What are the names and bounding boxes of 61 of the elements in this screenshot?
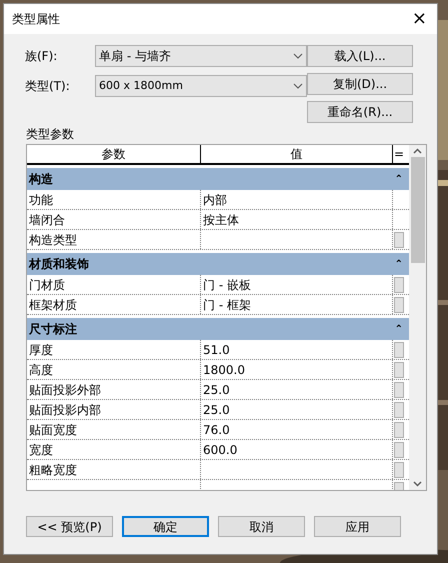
- parameter-value: 内部: [203, 193, 227, 207]
- dialog-button[interactable]: 复制(D)...: [307, 73, 413, 95]
- parameter-name: 构造类型: [29, 233, 77, 247]
- dialog-button[interactable]: 载入(L)...: [307, 45, 413, 67]
- parameter-name: 粗略宽度: [29, 463, 77, 477]
- column-header[interactable]: =: [393, 145, 405, 163]
- section-label: 类型参数: [26, 127, 74, 141]
- associate-parameter-button[interactable]: [394, 342, 404, 358]
- parameter-value: 25.0: [203, 403, 230, 417]
- parameter-value: 门 - 框架: [203, 298, 251, 312]
- collapse-icon[interactable]: ⌃: [394, 256, 403, 272]
- dialog-button[interactable]: 应用: [314, 516, 401, 537]
- dropdown[interactable]: 600 x 1800mm: [95, 75, 307, 97]
- associate-parameter-button[interactable]: [394, 442, 404, 458]
- parameter-name: 贴面宽度: [29, 423, 77, 437]
- field-label: 族(F):: [25, 48, 58, 65]
- parameter-name: 宽度: [29, 443, 53, 457]
- dialog-button[interactable]: << 预览(P): [26, 516, 113, 537]
- parameter-value: 门 - 嵌板: [203, 278, 251, 292]
- associate-parameter-button[interactable]: [394, 382, 404, 398]
- scrollbar[interactable]: [409, 145, 426, 490]
- column-header[interactable]: 值: [201, 145, 393, 163]
- dialog-button[interactable]: 取消: [218, 516, 305, 537]
- dropdown[interactable]: 单扇 - 与墙齐: [95, 45, 307, 67]
- associate-parameter-button[interactable]: [394, 462, 404, 478]
- field-label: 类型(T):: [25, 78, 71, 95]
- parameter-value: 1800.0: [203, 363, 245, 377]
- window-title: 类型属性: [12, 11, 60, 28]
- associate-parameter-button[interactable]: [394, 362, 404, 378]
- parameter-value: 600.0: [203, 443, 238, 457]
- collapse-icon[interactable]: ⌃: [394, 172, 403, 186]
- associate-parameter-button[interactable]: [394, 277, 404, 293]
- group-header[interactable]: 构造 ⌃: [27, 168, 409, 190]
- parameter-name: 厚度: [29, 343, 53, 357]
- scroll-thumb[interactable]: [410, 157, 424, 263]
- group-header[interactable]: 尺寸标注 ⌃: [27, 318, 409, 340]
- scroll-up-icon[interactable]: [413, 148, 422, 154]
- parameter-name: 门材质: [29, 278, 65, 292]
- chevron-down-icon: [293, 83, 303, 89]
- parameter-value: 按主体: [203, 213, 239, 227]
- parameter-name: 墙闭合: [29, 213, 65, 227]
- collapse-icon[interactable]: ⌃: [394, 322, 403, 336]
- chevron-down-icon: [293, 53, 303, 59]
- parameter-value: 25.0: [203, 383, 230, 397]
- parameter-value: 51.0: [203, 343, 230, 357]
- close-button[interactable]: ×: [412, 10, 427, 28]
- parameter-value: 76.0: [203, 423, 230, 437]
- column-header[interactable]: 参数: [27, 145, 201, 163]
- dialog-button[interactable]: 重命名(R)...: [307, 101, 413, 123]
- parameter-name: 框架材质: [29, 298, 77, 312]
- dialog-button[interactable]: 确定: [122, 516, 209, 537]
- scroll-down-icon[interactable]: [413, 481, 422, 487]
- parameter-name: 高度: [29, 363, 53, 377]
- associate-parameter-button[interactable]: [394, 232, 404, 248]
- parameter-name: 贴面投影外部: [29, 383, 101, 397]
- group-header[interactable]: 材质和装饰 ⌃: [27, 253, 409, 275]
- associate-parameter-button[interactable]: [394, 297, 404, 313]
- associate-parameter-button[interactable]: [394, 422, 404, 438]
- parameter-name: 功能: [29, 193, 53, 207]
- associate-parameter-button[interactable]: [394, 402, 404, 418]
- parameter-name: 贴面投影内部: [29, 403, 101, 417]
